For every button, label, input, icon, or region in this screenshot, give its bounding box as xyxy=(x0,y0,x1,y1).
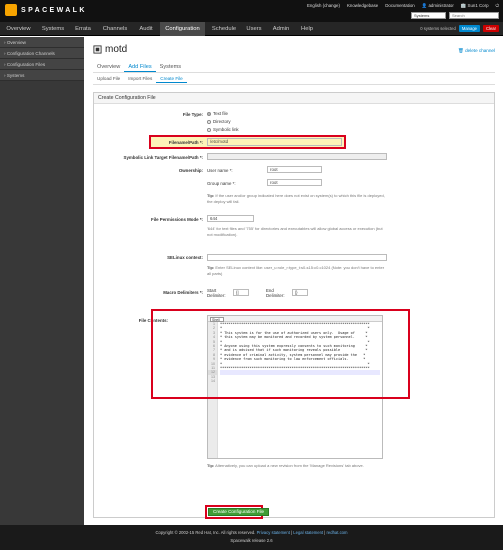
main-content: motd 🗑 delete channel Overview Add Files… xyxy=(84,37,503,525)
user-name-input[interactable]: root xyxy=(267,166,322,173)
subtab-create-file[interactable]: Create File xyxy=(156,75,187,83)
tab-overview[interactable]: Overview xyxy=(93,62,124,72)
group-name-label: Group name *: xyxy=(207,181,236,186)
filename-red-box xyxy=(149,135,346,149)
search-type-select[interactable]: Systems xyxy=(411,12,446,19)
nav-admin[interactable]: Admin xyxy=(270,22,292,36)
delete-channel-link[interactable]: 🗑 delete channel xyxy=(458,48,495,54)
main-nav: Overview Systems Errata Channels Audit C… xyxy=(0,22,503,36)
nav-systems[interactable]: Systems xyxy=(38,22,68,36)
start-delimiter-label: Start Delimiter: xyxy=(207,288,226,298)
nav-configuration[interactable]: Configuration xyxy=(160,22,205,36)
symlink-label: Symbolic Link Target Filename/Path *: xyxy=(123,155,203,160)
sidebar: › Overview › Configuration Channels › Co… xyxy=(0,37,84,525)
tab-systems[interactable]: Systems xyxy=(156,62,185,72)
radio-text-file[interactable]: Text file xyxy=(207,111,228,116)
end-delimiter-input[interactable]: |} xyxy=(292,289,308,296)
nav-schedule[interactable]: Schedule xyxy=(208,22,240,36)
logo-icon xyxy=(5,4,17,16)
systems-selected-count: 0 systems selected xyxy=(420,26,456,31)
radio-icon xyxy=(207,127,211,132)
macro-delimiters-label: Macro Delimiters *: xyxy=(163,290,203,295)
user-name-label: User name *: xyxy=(207,168,233,173)
ownership-label: Ownership: xyxy=(178,168,203,173)
documentation-link[interactable]: Documentation xyxy=(385,3,415,9)
permissions-input[interactable]: 644 xyxy=(207,215,254,222)
legal-link[interactable]: Legal statement xyxy=(293,530,323,535)
ownership-tip: Tip: If the user and/or group indicated … xyxy=(207,193,385,204)
spacewalk-logo[interactable]: SPACEWALK xyxy=(5,4,87,16)
permissions-label: File Permissions Mode *: xyxy=(151,217,203,222)
knowledgebase-link[interactable]: Knowledgebase xyxy=(347,3,378,9)
header-links: English (change) Knowledgebase Documenta… xyxy=(307,3,499,9)
permissions-tip: '644' for text files and '755' for direc… xyxy=(207,226,383,237)
radio-selected-icon xyxy=(207,111,211,116)
sidebar-item-config-files[interactable]: › Configuration Files xyxy=(0,59,84,70)
selinux-label: SELinux context: xyxy=(167,255,203,260)
privacy-link[interactable]: Privacy statement xyxy=(257,530,290,535)
group-name-input[interactable]: root xyxy=(267,179,322,186)
page-title: motd xyxy=(93,44,127,55)
sidebar-item-overview[interactable]: › Overview xyxy=(0,37,84,48)
sidebar-item-config-channels[interactable]: › Configuration Channels xyxy=(0,48,84,59)
search-bar: Systems Search xyxy=(411,12,499,19)
nav-overview[interactable]: Overview xyxy=(4,22,33,36)
contents-red-box xyxy=(151,309,410,399)
manage-button[interactable]: Manage xyxy=(458,25,480,32)
clear-button[interactable]: Clear xyxy=(482,25,499,32)
config-channel-icon xyxy=(93,45,102,54)
contents-tip: Tip: Alternatively, you can upload a new… xyxy=(207,463,364,468)
selinux-tip: Tip: Enter SELinux context like: user_u:… xyxy=(207,265,385,276)
radio-directory[interactable]: Directory xyxy=(207,119,231,124)
file-type-label: File Type: xyxy=(182,112,203,117)
sidebar-item-systems[interactable]: › Systems xyxy=(0,70,84,81)
user-link[interactable]: 👤 administrator xyxy=(422,3,454,9)
panel-title: Create Configuration File xyxy=(94,93,494,104)
nav-users[interactable]: Users xyxy=(244,22,264,36)
tabs-divider xyxy=(93,72,495,73)
tab-add-files[interactable]: Add Files xyxy=(124,62,156,72)
language-link[interactable]: English (change) xyxy=(307,3,340,9)
footer-release: Spacewalk release 2.6 xyxy=(230,538,273,543)
selinux-input[interactable] xyxy=(207,254,387,261)
radio-symbolic-link[interactable]: Symbolic link xyxy=(207,127,239,132)
system-selection: 0 systems selected Manage Clear xyxy=(420,25,499,32)
top-header: SPACEWALK English (change) Knowledgebase… xyxy=(0,0,503,22)
create-config-file-button[interactable]: Create Configuration File xyxy=(208,508,270,516)
subtab-import-files[interactable]: Import Files xyxy=(124,75,156,83)
nav-audit[interactable]: Audit xyxy=(135,22,157,36)
nav-errata[interactable]: Errata xyxy=(72,22,94,36)
search-input[interactable]: Search xyxy=(449,12,499,19)
subtab-upload-file[interactable]: Upload File xyxy=(93,75,124,83)
org-link[interactable]: 🏢 Sun1 Corp xyxy=(461,3,489,9)
symlink-input[interactable] xyxy=(207,153,387,160)
footer: Copyright © 2002-15 Red Hat, Inc. All ri… xyxy=(0,525,503,550)
nav-channels[interactable]: Channels xyxy=(100,22,130,36)
nav-help[interactable]: Help xyxy=(298,22,316,36)
footer-copyright: Copyright © 2002-15 Red Hat, Inc. All ri… xyxy=(155,530,348,535)
redhat-link[interactable]: redhat.com xyxy=(327,530,348,535)
signout-icon[interactable]: ⏻ xyxy=(496,3,499,9)
start-delimiter-input[interactable]: {| xyxy=(233,289,249,296)
subtabs-divider xyxy=(93,84,495,85)
channel-tabs: Overview Add Files Systems xyxy=(93,62,185,72)
end-delimiter-label: End Delimiter: xyxy=(266,288,285,298)
add-files-subtabs: Upload File Import Files Create File xyxy=(93,75,187,83)
create-file-panel: Create Configuration File File Type: Tex… xyxy=(93,92,495,519)
radio-icon xyxy=(207,119,211,124)
